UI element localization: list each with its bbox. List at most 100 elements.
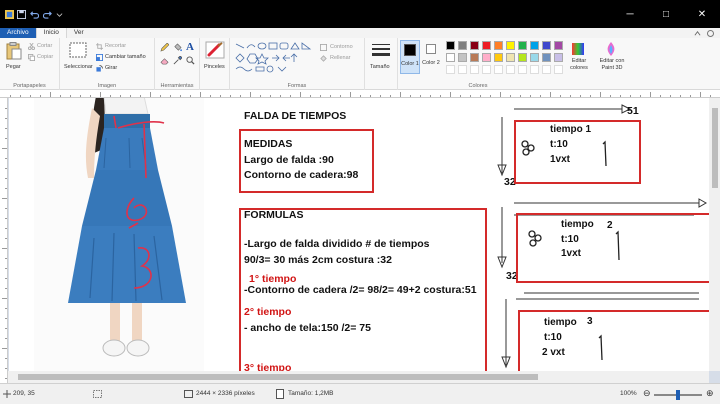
formula-line-2: 90/3= 30 más 2cm costura :32 [244, 254, 392, 266]
color1-button[interactable]: Color 1 [400, 40, 420, 74]
ruler-tick [420, 95, 421, 97]
size-button[interactable]: Tamaño [370, 64, 390, 70]
undo-icon[interactable] [30, 10, 39, 19]
zoom-slider-thumb[interactable] [676, 390, 680, 400]
zoom-slider[interactable] [654, 390, 702, 400]
crop-button[interactable]: Recortar [105, 43, 126, 49]
ruler-tick [80, 95, 81, 97]
paste-icon[interactable] [6, 42, 22, 60]
ruler-tick [5, 138, 7, 139]
vertical-scrollbar[interactable] [709, 98, 720, 371]
color-picker-icon[interactable] [173, 56, 182, 65]
horizontal-ruler [0, 90, 720, 98]
select-icon[interactable] [69, 42, 87, 58]
zoom-in-button[interactable]: ⊕ [706, 388, 714, 399]
brush-icon[interactable] [205, 41, 225, 59]
ruler-tick [110, 95, 111, 97]
maximize-button[interactable]: □ [648, 0, 684, 28]
outline-button[interactable]: Contorno [330, 44, 353, 50]
ruler-tick [490, 95, 491, 97]
palette-swatch[interactable] [542, 53, 551, 62]
palette-swatch[interactable] [482, 41, 491, 50]
magnifier-icon[interactable] [186, 56, 195, 65]
close-button[interactable]: ✕ [684, 0, 720, 28]
zoom-out-button[interactable]: ⊖ [643, 388, 651, 399]
fill-bucket-icon[interactable] [173, 43, 182, 52]
palette-swatch[interactable] [446, 53, 455, 62]
tab-ver[interactable]: Ver [67, 28, 91, 38]
text-tool-icon[interactable]: A [186, 41, 194, 53]
palette-swatch[interactable] [518, 41, 527, 50]
shapes-gallery[interactable] [234, 41, 314, 73]
palette-swatch[interactable] [494, 53, 503, 62]
copy-button[interactable]: Copiar [37, 54, 53, 60]
custom-swatch[interactable] [542, 65, 551, 74]
select-button[interactable]: Seleccionar [64, 64, 93, 70]
ruler-tick [610, 95, 611, 97]
image-dimensions: 2444 × 2336 píxeles [196, 390, 255, 397]
palette-swatch[interactable] [530, 53, 539, 62]
skirt-photo [34, 98, 204, 371]
palette-swatch[interactable] [482, 53, 491, 62]
custom-swatch[interactable] [470, 65, 479, 74]
custom-swatch[interactable] [458, 65, 467, 74]
palette-swatch[interactable] [518, 53, 527, 62]
redo-icon[interactable] [43, 10, 52, 19]
resize-button[interactable]: Cambiar tamaño [105, 54, 146, 60]
ruler-tick [480, 95, 481, 97]
customize-toolbar-icon[interactable] [56, 10, 63, 19]
ruler-tick [5, 278, 7, 279]
size-icon[interactable] [371, 42, 391, 60]
eraser-icon[interactable] [160, 56, 169, 65]
minimize-button[interactable]: ─ [612, 0, 648, 28]
custom-swatch[interactable] [530, 65, 539, 74]
horizontal-scroll-thumb[interactable] [18, 374, 538, 380]
palette-swatch[interactable] [506, 53, 515, 62]
palette-swatch[interactable] [458, 41, 467, 50]
custom-swatch[interactable] [494, 65, 503, 74]
paint3d-icon[interactable] [604, 41, 618, 57]
custom-swatch[interactable] [506, 65, 515, 74]
custom-swatch[interactable] [482, 65, 491, 74]
edit-colors-icon[interactable] [571, 42, 585, 56]
tiempo-3-label: 3° tiempo [244, 362, 292, 371]
medidas-contorno: Contorno de cadera:98 [244, 169, 359, 181]
save-icon[interactable] [17, 10, 26, 19]
palette-swatch[interactable] [554, 41, 563, 50]
palette-swatch[interactable] [470, 53, 479, 62]
ruler-tick [2, 348, 7, 349]
image-size-icon [184, 390, 193, 398]
ruler-tick [180, 95, 181, 97]
palette-swatch[interactable] [494, 41, 503, 50]
palette-swatch[interactable] [542, 41, 551, 50]
vertical-scroll-thumb[interactable] [712, 108, 718, 188]
palette-swatch[interactable] [506, 41, 515, 50]
custom-swatch[interactable] [518, 65, 527, 74]
chevron-up-icon[interactable] [694, 30, 701, 37]
ruler-tick [300, 92, 301, 97]
canvas[interactable]: FALDA DE TIEMPOS MEDIDAS Largo de falda … [9, 98, 709, 371]
ruler-tick [350, 92, 351, 97]
brushes-button[interactable]: Pinceles [204, 64, 225, 70]
ruler-tick [320, 95, 321, 97]
file-size: Tamaño: 1,2MB [288, 390, 334, 397]
palette-swatch[interactable] [554, 53, 563, 62]
custom-swatch[interactable] [446, 65, 455, 74]
custom-swatch[interactable] [554, 65, 563, 74]
palette-swatch[interactable] [530, 41, 539, 50]
ruler-tick [170, 95, 171, 97]
palette-swatch[interactable] [458, 53, 467, 62]
tab-inicio[interactable]: Inicio [35, 28, 67, 38]
tab-archivo[interactable]: Archivo [0, 28, 36, 38]
horizontal-scrollbar[interactable] [8, 371, 709, 383]
palette-swatch[interactable] [470, 41, 479, 50]
pencil-icon[interactable] [160, 43, 169, 52]
palette-swatch[interactable] [446, 41, 455, 50]
ruler-tick [620, 95, 621, 97]
rotate-button[interactable]: Girar [105, 65, 117, 71]
fill-button[interactable]: Rellenar [330, 55, 350, 61]
cut-button[interactable]: Cortar [37, 43, 52, 49]
help-icon[interactable] [707, 29, 714, 37]
paste-button[interactable]: Pegar [6, 64, 21, 70]
color2-button[interactable]: Color 2 [422, 40, 442, 74]
